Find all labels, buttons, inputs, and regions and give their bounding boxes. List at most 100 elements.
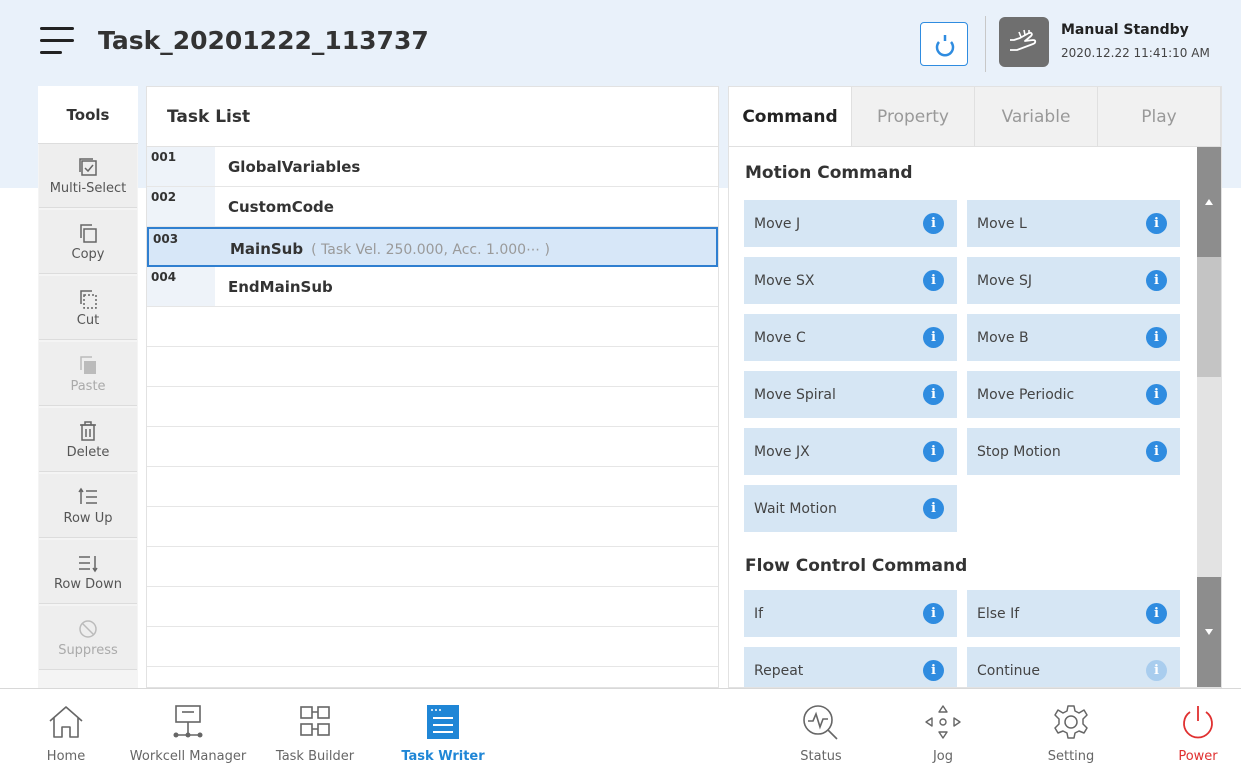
nav-workcell-manager[interactable]: Workcell Manager xyxy=(128,689,248,776)
refresh-button[interactable] xyxy=(920,22,968,66)
suppress-icon xyxy=(79,619,97,638)
empty-row[interactable] xyxy=(147,467,718,507)
task-row-name-container: MainSub ( Task Vel. 250.000, Acc. 1.000⋯ … xyxy=(230,240,550,258)
row-down-button[interactable]: Row Down xyxy=(39,540,137,604)
info-icon[interactable]: i xyxy=(923,213,944,234)
multi-select-button[interactable]: Multi-Select xyxy=(39,144,137,208)
command-label: Move SJ xyxy=(977,272,1033,289)
manual-mode-hand-icon xyxy=(999,17,1049,67)
tab-command[interactable]: Command xyxy=(729,87,852,146)
task-writer-icon xyxy=(427,705,459,739)
nav-home[interactable]: Home xyxy=(36,689,96,776)
scroll-down-arrow-icon[interactable] xyxy=(1197,577,1221,687)
nav-status[interactable]: Status xyxy=(786,689,856,776)
empty-row[interactable] xyxy=(147,427,718,467)
info-icon[interactable]: i xyxy=(1146,660,1167,681)
empty-row[interactable] xyxy=(147,387,718,427)
task-title: Task_20201222_113737 xyxy=(98,26,429,55)
header-divider xyxy=(985,16,986,72)
move-l-button[interactable]: Move L i xyxy=(967,200,1180,247)
tools-title: Tools xyxy=(38,86,138,144)
stop-motion-button[interactable]: Stop Motion i xyxy=(967,428,1180,475)
gear-icon xyxy=(1054,705,1088,739)
nav-power[interactable]: Power xyxy=(1166,689,1230,776)
info-icon[interactable]: i xyxy=(1146,603,1167,624)
command-label: Move Periodic xyxy=(977,386,1075,403)
wait-motion-button[interactable]: Wait Motion i xyxy=(744,485,957,532)
continue-button[interactable]: Continue i xyxy=(967,647,1180,687)
info-icon[interactable]: i xyxy=(1146,270,1167,291)
if-button[interactable]: If i xyxy=(744,590,957,637)
move-b-button[interactable]: Move B i xyxy=(967,314,1180,361)
copy-label: Copy xyxy=(71,246,105,262)
delete-button[interactable]: Delete xyxy=(39,408,137,472)
cut-label: Cut xyxy=(76,312,100,328)
workcell-manager-icon xyxy=(173,705,203,738)
repeat-button[interactable]: Repeat i xyxy=(744,647,957,687)
task-row-number: 002 xyxy=(147,187,215,226)
empty-row[interactable] xyxy=(147,587,718,627)
info-icon[interactable]: i xyxy=(923,603,944,624)
command-tabs: Command Property Variable Play xyxy=(729,87,1221,147)
task-builder-icon xyxy=(300,706,330,736)
info-icon[interactable]: i xyxy=(923,384,944,405)
info-icon[interactable]: i xyxy=(923,660,944,681)
nav-label: Setting xyxy=(1047,749,1095,764)
command-label: Move B xyxy=(977,329,1029,346)
nav-setting[interactable]: Setting xyxy=(1036,689,1106,776)
nav-task-builder[interactable]: Task Builder xyxy=(270,689,360,776)
move-j-button[interactable]: Move J i xyxy=(744,200,957,247)
tab-variable[interactable]: Variable xyxy=(975,87,1098,146)
empty-row[interactable] xyxy=(147,307,718,347)
command-scrollbar[interactable] xyxy=(1197,147,1221,687)
info-icon[interactable]: i xyxy=(923,498,944,519)
info-icon[interactable]: i xyxy=(923,270,944,291)
move-periodic-button[interactable]: Move Periodic i xyxy=(967,371,1180,418)
info-icon[interactable]: i xyxy=(1146,213,1167,234)
task-row-name: CustomCode xyxy=(228,198,334,216)
scroll-up-arrow-icon[interactable] xyxy=(1197,147,1221,257)
move-spiral-button[interactable]: Move Spiral i xyxy=(744,371,957,418)
nav-jog[interactable]: Jog xyxy=(913,689,973,776)
nav-label: Home xyxy=(46,749,86,764)
move-c-button[interactable]: Move C i xyxy=(744,314,957,361)
task-list-panel: Task List 001 GlobalVariables 002 Custom… xyxy=(146,86,719,688)
empty-row[interactable] xyxy=(147,507,718,547)
tab-play[interactable]: Play xyxy=(1098,87,1221,146)
task-row-name: MainSub xyxy=(230,240,304,258)
paste-button[interactable]: Paste xyxy=(39,342,137,406)
task-row-selected[interactable]: 003 MainSub ( Task Vel. 250.000, Acc. 1.0… xyxy=(147,227,718,267)
scrollbar-thumb[interactable] xyxy=(1197,257,1221,377)
empty-row[interactable] xyxy=(147,547,718,587)
jog-icon xyxy=(925,705,961,739)
robot-mode-status: Manual Standby xyxy=(1061,22,1189,38)
cut-button[interactable]: Cut xyxy=(39,276,137,340)
suppress-button[interactable]: Suppress xyxy=(39,606,137,670)
task-list-title: Task List xyxy=(147,87,718,147)
nav-task-writer[interactable]: Task Writer xyxy=(398,689,488,776)
empty-row[interactable] xyxy=(147,627,718,667)
info-icon[interactable]: i xyxy=(1146,327,1167,348)
row-up-button[interactable]: Row Up xyxy=(39,474,137,538)
else-if-button[interactable]: Else If i xyxy=(967,590,1180,637)
move-sx-button[interactable]: Move SX i xyxy=(744,257,957,304)
info-icon[interactable]: i xyxy=(923,327,944,348)
nav-label: Task Writer xyxy=(401,749,485,764)
command-label: Wait Motion xyxy=(754,500,837,517)
suppress-label: Suppress xyxy=(58,642,118,658)
hamburger-menu-icon[interactable] xyxy=(40,27,76,57)
task-row[interactable]: 001 GlobalVariables xyxy=(147,147,718,187)
task-row[interactable]: 002 CustomCode xyxy=(147,187,718,227)
empty-row[interactable] xyxy=(147,347,718,387)
info-icon[interactable]: i xyxy=(923,441,944,462)
command-label: Move L xyxy=(977,215,1027,232)
info-icon[interactable]: i xyxy=(1146,384,1167,405)
copy-button[interactable]: Copy xyxy=(39,210,137,274)
cut-icon xyxy=(80,289,97,309)
move-jx-button[interactable]: Move JX i xyxy=(744,428,957,475)
tab-property[interactable]: Property xyxy=(852,87,975,146)
task-row-name: GlobalVariables xyxy=(228,158,361,176)
move-sj-button[interactable]: Move SJ i xyxy=(967,257,1180,304)
task-row[interactable]: 004 EndMainSub xyxy=(147,267,718,307)
info-icon[interactable]: i xyxy=(1146,441,1167,462)
